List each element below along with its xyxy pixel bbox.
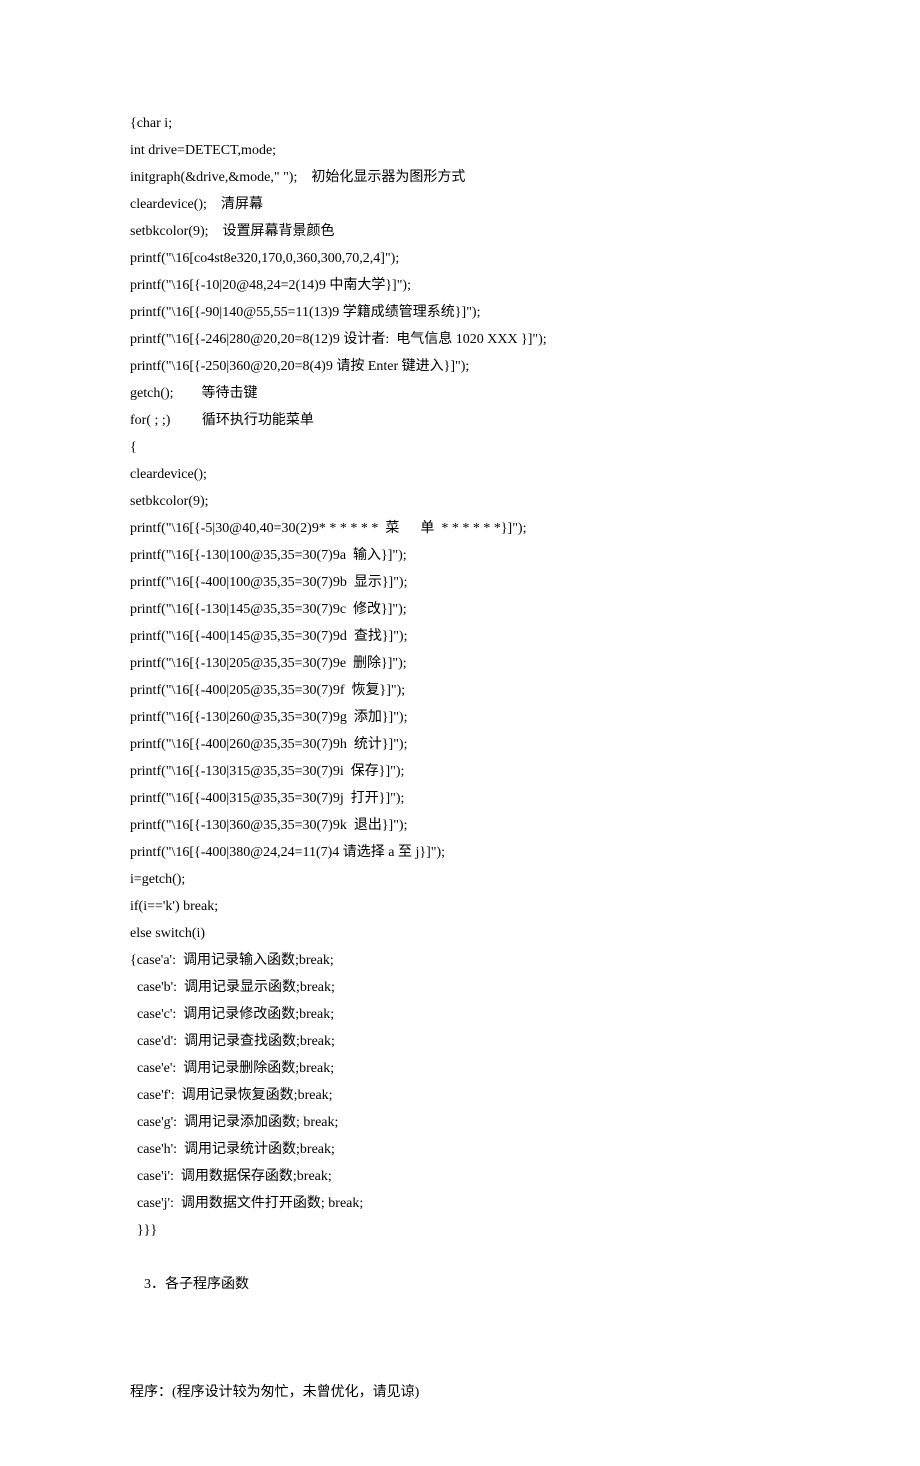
code-line: i=getch();	[130, 866, 790, 893]
code-line: {	[130, 434, 790, 461]
code-line: printf("\16[{-400|205@35,35=30(7)9f 恢复}]…	[130, 677, 790, 704]
code-line: printf("\16[{-130|260@35,35=30(7)9g 添加}]…	[130, 704, 790, 731]
code-line: if(i=='k') break;	[130, 893, 790, 920]
code-line: printf("\16[{-130|315@35,35=30(7)9i 保存}]…	[130, 758, 790, 785]
code-line: printf("\16[{-400|260@35,35=30(7)9h 统计}]…	[130, 731, 790, 758]
code-line: getch(); 等待击键	[130, 380, 790, 407]
code-line: printf("\16[{-5|30@40,40=30(2)9* * * * *…	[130, 515, 790, 542]
code-line: case'i': 调用数据保存函数;break;	[130, 1163, 790, 1190]
code-line: {char i;	[130, 110, 790, 137]
document-page: {char i;int drive=DETECT,mode;initgraph(…	[0, 0, 920, 1466]
code-line: printf("\16[{-400|380@24,24=11(7)4 请选择 a…	[130, 839, 790, 866]
blank-line	[130, 1352, 790, 1379]
code-line: initgraph(&drive,&mode," "); 初始化显示器为图形方式	[130, 164, 790, 191]
code-line: cleardevice(); 清屏幕	[130, 191, 790, 218]
code-line: cleardevice();	[130, 461, 790, 488]
code-line: printf("\16[{-130|360@35,35=30(7)9k 退出}]…	[130, 812, 790, 839]
code-line: printf("\16[{-130|100@35,35=30(7)9a 输入}]…	[130, 542, 790, 569]
code-line: printf("\16[{-246|280@20,20=8(12)9 设计者: …	[130, 326, 790, 353]
code-line: case'c': 调用记录修改函数;break;	[130, 1001, 790, 1028]
section-title: 各子程序函数	[165, 1277, 249, 1292]
code-line: case'h': 调用记录统计函数;break;	[130, 1136, 790, 1163]
code-line: case'b': 调用记录显示函数;break;	[130, 974, 790, 1001]
blank-line	[130, 1325, 790, 1352]
code-line: setbkcolor(9); 设置屏幕背景颜色	[130, 218, 790, 245]
code-line: printf("\16[{-90|140@55,55=11(13)9 学籍成绩管…	[130, 299, 790, 326]
code-line: case'e': 调用记录删除函数;break;	[130, 1055, 790, 1082]
code-line: printf("\16[{-400|145@35,35=30(7)9d 查找}]…	[130, 623, 790, 650]
code-line: for( ; ;) 循环执行功能菜单	[130, 407, 790, 434]
code-line: }}}	[130, 1217, 790, 1244]
section-number: 3．	[144, 1277, 165, 1292]
code-line: else switch(i)	[130, 920, 790, 947]
section-heading: 3．各子程序函数	[130, 1244, 790, 1325]
code-line: printf("\16[{-400|100@35,35=30(7)9b 显示}]…	[130, 569, 790, 596]
code-line: printf("\16[{-130|205@35,35=30(7)9e 删除}]…	[130, 650, 790, 677]
code-line: printf("\16[{-10|20@48,24=2(14)9 中南大学}]"…	[130, 272, 790, 299]
footer-line: 程序：(程序设计较为匆忙，未曾优化，请见谅)	[130, 1379, 790, 1406]
code-line: printf("\16[{-400|315@35,35=30(7)9j 打开}]…	[130, 785, 790, 812]
code-line: printf("\16[{-250|360@20,20=8(4)9 请按 Ent…	[130, 353, 790, 380]
code-line: int drive=DETECT,mode;	[130, 137, 790, 164]
code-line: printf("\16[co4st8e320,170,0,360,300,70,…	[130, 245, 790, 272]
code-line: printf("\16[{-130|145@35,35=30(7)9c 修改}]…	[130, 596, 790, 623]
code-block: {char i;int drive=DETECT,mode;initgraph(…	[130, 110, 790, 1244]
code-line: setbkcolor(9);	[130, 488, 790, 515]
code-line: case'j': 调用数据文件打开函数; break;	[130, 1190, 790, 1217]
code-line: {case'a': 调用记录输入函数;break;	[130, 947, 790, 974]
code-line: case'f': 调用记录恢复函数;break;	[130, 1082, 790, 1109]
code-line: case'd': 调用记录查找函数;break;	[130, 1028, 790, 1055]
code-line: case'g': 调用记录添加函数; break;	[130, 1109, 790, 1136]
